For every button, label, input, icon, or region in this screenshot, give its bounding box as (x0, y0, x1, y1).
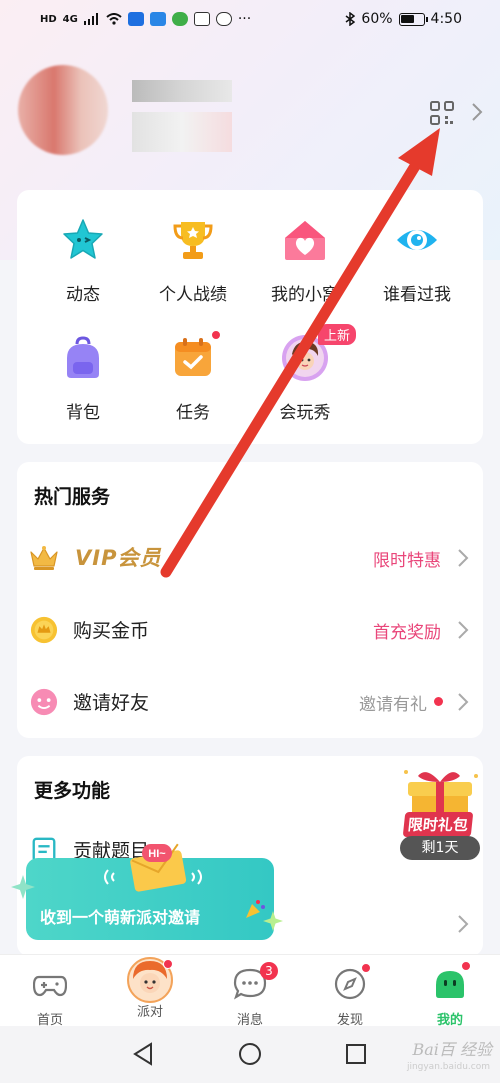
feature-label: 动态 (66, 285, 100, 305)
more-features-title: 更多功能 (34, 780, 111, 802)
chevron-right-icon[interactable] (470, 102, 484, 122)
clock: 4:50 (430, 11, 462, 27)
invite-friends-label: 邀请好友 (73, 692, 150, 714)
feature-item-tasks[interactable]: 任务 (138, 330, 248, 423)
me-face-icon (433, 961, 471, 1001)
status-bar: HD 4G ··· 60% 4:50 (40, 11, 462, 27)
bottom-tab-bar: 首页 派对 消息 发现 我的 (0, 954, 500, 1028)
crown-icon (30, 546, 58, 570)
sparkle-icon (11, 875, 35, 899)
battery-icon (398, 12, 428, 26)
smiley-icon (30, 688, 58, 716)
user-id-blurred (132, 112, 232, 152)
buy-coins-label: 购买金币 (73, 620, 150, 642)
qr-code-icon[interactable] (430, 101, 454, 125)
watermark-logo: Bai百 经验 (412, 1040, 492, 1059)
feature-item-visitors[interactable]: 谁看过我 (362, 218, 472, 305)
app-notification-icon (127, 12, 144, 26)
tab-party[interactable]: 派对 (100, 955, 200, 1020)
gesture-icon (215, 12, 232, 26)
feature-label: 我的小窝 (271, 285, 339, 305)
chevron-right-icon (458, 693, 469, 711)
notification-dot (211, 330, 221, 340)
feature-label: 个人战绩 (159, 285, 227, 305)
party-avatar-icon (127, 957, 173, 1003)
row-buy-coins[interactable]: 购买金币 首充奖励 (17, 602, 483, 658)
battery-percent: 60% (361, 11, 393, 27)
feature-item-stats[interactable]: 个人战绩 (138, 218, 248, 305)
notification-dot (461, 961, 471, 971)
chevron-right-icon (458, 549, 469, 567)
invite-promo: 邀请有礼 (359, 695, 427, 715)
app-notification-icon (171, 12, 188, 26)
eye-icon (395, 218, 439, 262)
vip-label: VIP会员 (75, 546, 162, 570)
wifi-icon (106, 13, 122, 25)
hot-services-card: 热门服务 VIP会员 限时特惠 购买金币 首充奖励 邀请好友 邀请有礼 (17, 462, 483, 738)
feature-item-show[interactable]: 会玩秀 (250, 335, 360, 423)
backpack-icon (61, 336, 105, 380)
recents-square-icon[interactable] (345, 1043, 367, 1065)
feature-item-my-home[interactable]: 我的小窝 (250, 218, 360, 305)
sparkle-icon (263, 911, 283, 931)
bluetooth-icon (345, 12, 356, 26)
hot-services-title: 热门服务 (34, 486, 111, 508)
user-nickname-blurred[interactable] (132, 80, 232, 102)
tab-messages[interactable]: 消息 (200, 955, 300, 1028)
music-icon (193, 12, 210, 26)
trophy-icon (171, 218, 215, 262)
chevron-right-icon (458, 915, 469, 933)
feature-label: 会玩秀 (279, 403, 331, 423)
chevron-right-icon (458, 621, 469, 639)
tab-discover[interactable]: 发现 (300, 955, 400, 1028)
tab-label: 派对 (136, 1005, 163, 1020)
feature-label: 背包 (66, 403, 100, 423)
hd-tag: HD (40, 13, 57, 25)
calendar-check-icon (171, 330, 221, 380)
gold-coin-icon (30, 616, 58, 644)
app-notification-icon (149, 12, 166, 26)
gift-countdown: 剩1天 (400, 836, 480, 860)
feature-item-backpack[interactable]: 背包 (28, 336, 138, 423)
row-vip[interactable]: VIP会员 限时特惠 (17, 530, 483, 586)
envelope-bubble-text: HI~ (148, 848, 166, 860)
sound-wave-icon (104, 869, 115, 885)
new-badge: 上新 (318, 324, 357, 345)
star-face-icon (61, 218, 105, 262)
watermark-url: jingyan.baidu.com (406, 1062, 490, 1072)
buy-coins-promo: 首充奖励 (373, 623, 441, 643)
row-invite-friends[interactable]: 邀请好友 邀请有礼 (17, 674, 483, 730)
user-avatar[interactable] (18, 65, 108, 155)
feature-item-dynamic[interactable]: 动态 (28, 218, 138, 305)
tab-me[interactable]: 我的 (400, 955, 500, 1028)
home-circle-icon[interactable] (238, 1042, 262, 1066)
gift-tag[interactable]: 限时礼包 (402, 812, 474, 837)
back-triangle-icon[interactable] (131, 1042, 155, 1066)
feature-label: 任务 (176, 403, 210, 423)
vip-promo: 限时特惠 (373, 551, 441, 571)
invite-toast-text: 收到一个萌新派对邀请 (40, 908, 201, 927)
notification-dot (434, 697, 443, 706)
network-tag: 4G (62, 13, 78, 25)
feature-label: 谁看过我 (383, 285, 451, 305)
compass-icon (333, 963, 371, 1001)
signal-icon (83, 13, 98, 25)
notification-dot (163, 959, 173, 969)
house-heart-icon (283, 218, 327, 262)
tab-home[interactable]: 首页 (0, 955, 100, 1028)
envelope-icon: HI~ (130, 843, 187, 892)
gamepad-icon (32, 967, 68, 1001)
message-count-badge: 3 (260, 962, 278, 980)
notification-dot (361, 963, 371, 973)
sound-wave-icon (191, 869, 202, 885)
